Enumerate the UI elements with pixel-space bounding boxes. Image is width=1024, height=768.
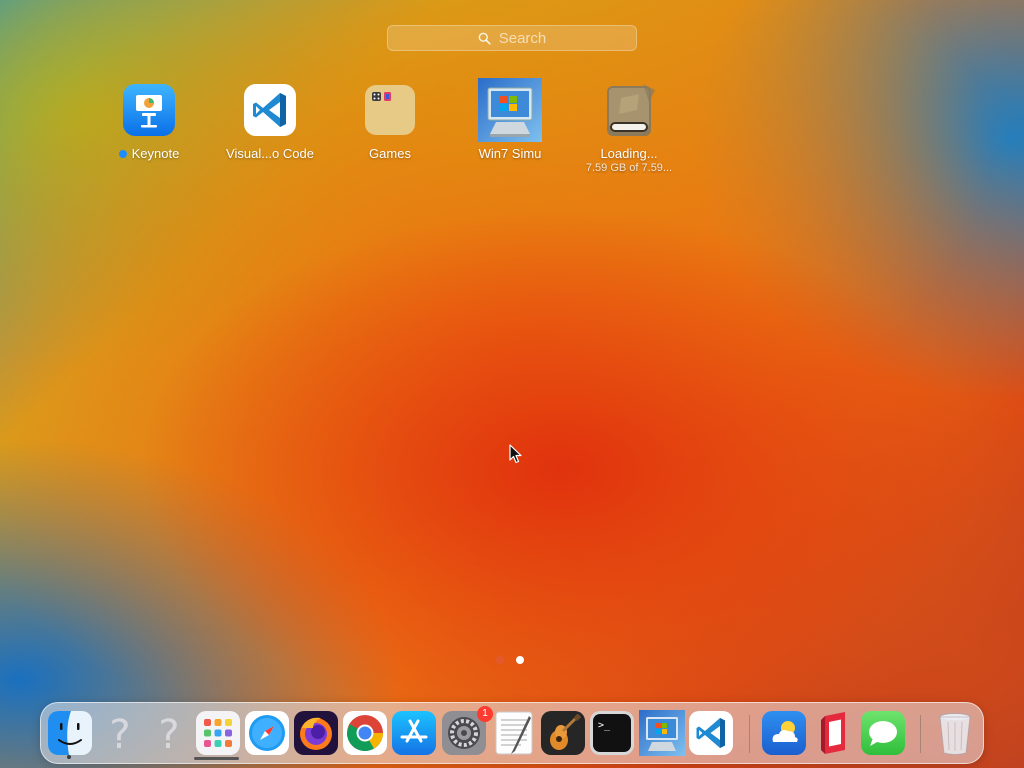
- svg-text:?: ?: [158, 712, 179, 756]
- messages-icon[interactable]: [860, 710, 906, 756]
- new-app-indicator: [118, 149, 127, 158]
- launchpad-icon[interactable]: [195, 710, 241, 756]
- app-vscode[interactable]: Visual...o Code: [210, 78, 330, 162]
- app-label: Visual...o Code: [226, 146, 314, 161]
- dock-separator: [920, 715, 921, 753]
- app-games-folder[interactable]: Games: [330, 78, 450, 162]
- search-placeholder: Search: [498, 29, 547, 47]
- page-dot-current[interactable]: [516, 656, 524, 664]
- app-win7-simu[interactable]: Win7 Simu: [450, 78, 570, 162]
- vscode-icon: [238, 78, 302, 142]
- dock: ? ? 1 >_: [40, 702, 984, 764]
- system-settings-icon[interactable]: 1: [441, 706, 493, 756]
- app-label: Games: [369, 146, 411, 161]
- download-size-label: 7.59 GB of 7.59...: [585, 162, 673, 174]
- app-label: Win7 Simu: [478, 146, 542, 161]
- svg-text:>_: >_: [598, 720, 611, 731]
- garageband-icon[interactable]: [540, 710, 586, 756]
- chrome-icon[interactable]: [342, 710, 388, 756]
- mouse-cursor-icon: [509, 444, 522, 464]
- dock-separator: [749, 715, 750, 753]
- launchpad-search-field[interactable]: Search: [387, 25, 637, 51]
- app-keynote[interactable]: Keynote: [89, 78, 209, 162]
- page-dot[interactable]: [496, 656, 504, 664]
- keynote-icon: [117, 78, 181, 142]
- unknown-app-icon[interactable]: ?: [146, 710, 192, 756]
- svg-text:?: ?: [109, 712, 130, 756]
- app-store-icon[interactable]: [391, 710, 437, 756]
- firefox-icon[interactable]: [293, 710, 339, 756]
- win7-simu-icon: [478, 78, 542, 142]
- safari-icon[interactable]: [244, 710, 290, 756]
- weather-icon[interactable]: [761, 710, 807, 756]
- finder-icon[interactable]: [47, 710, 93, 756]
- finder-running-indicator: [67, 755, 71, 759]
- app-label: Keynote: [131, 146, 180, 161]
- launchpad-active-indicator: [194, 757, 239, 760]
- page-indicator: [496, 656, 524, 664]
- app-label: Loading...: [600, 146, 658, 161]
- unknown-app-icon[interactable]: ?: [97, 710, 143, 756]
- loading-progress-fill: [612, 124, 646, 130]
- trash-icon[interactable]: [932, 710, 978, 756]
- textedit-icon[interactable]: [491, 710, 537, 756]
- vscode-icon[interactable]: [688, 710, 734, 756]
- games-folder-icon: [358, 78, 422, 142]
- installer-icon: [597, 78, 661, 142]
- app-installer-loading[interactable]: Loading... 7.59 GB of 7.59...: [569, 78, 689, 175]
- win7-simu-icon[interactable]: [639, 710, 685, 756]
- terminal-icon[interactable]: >_: [589, 710, 635, 756]
- magnifier-icon: [478, 32, 491, 45]
- parallels-icon[interactable]: [811, 710, 857, 756]
